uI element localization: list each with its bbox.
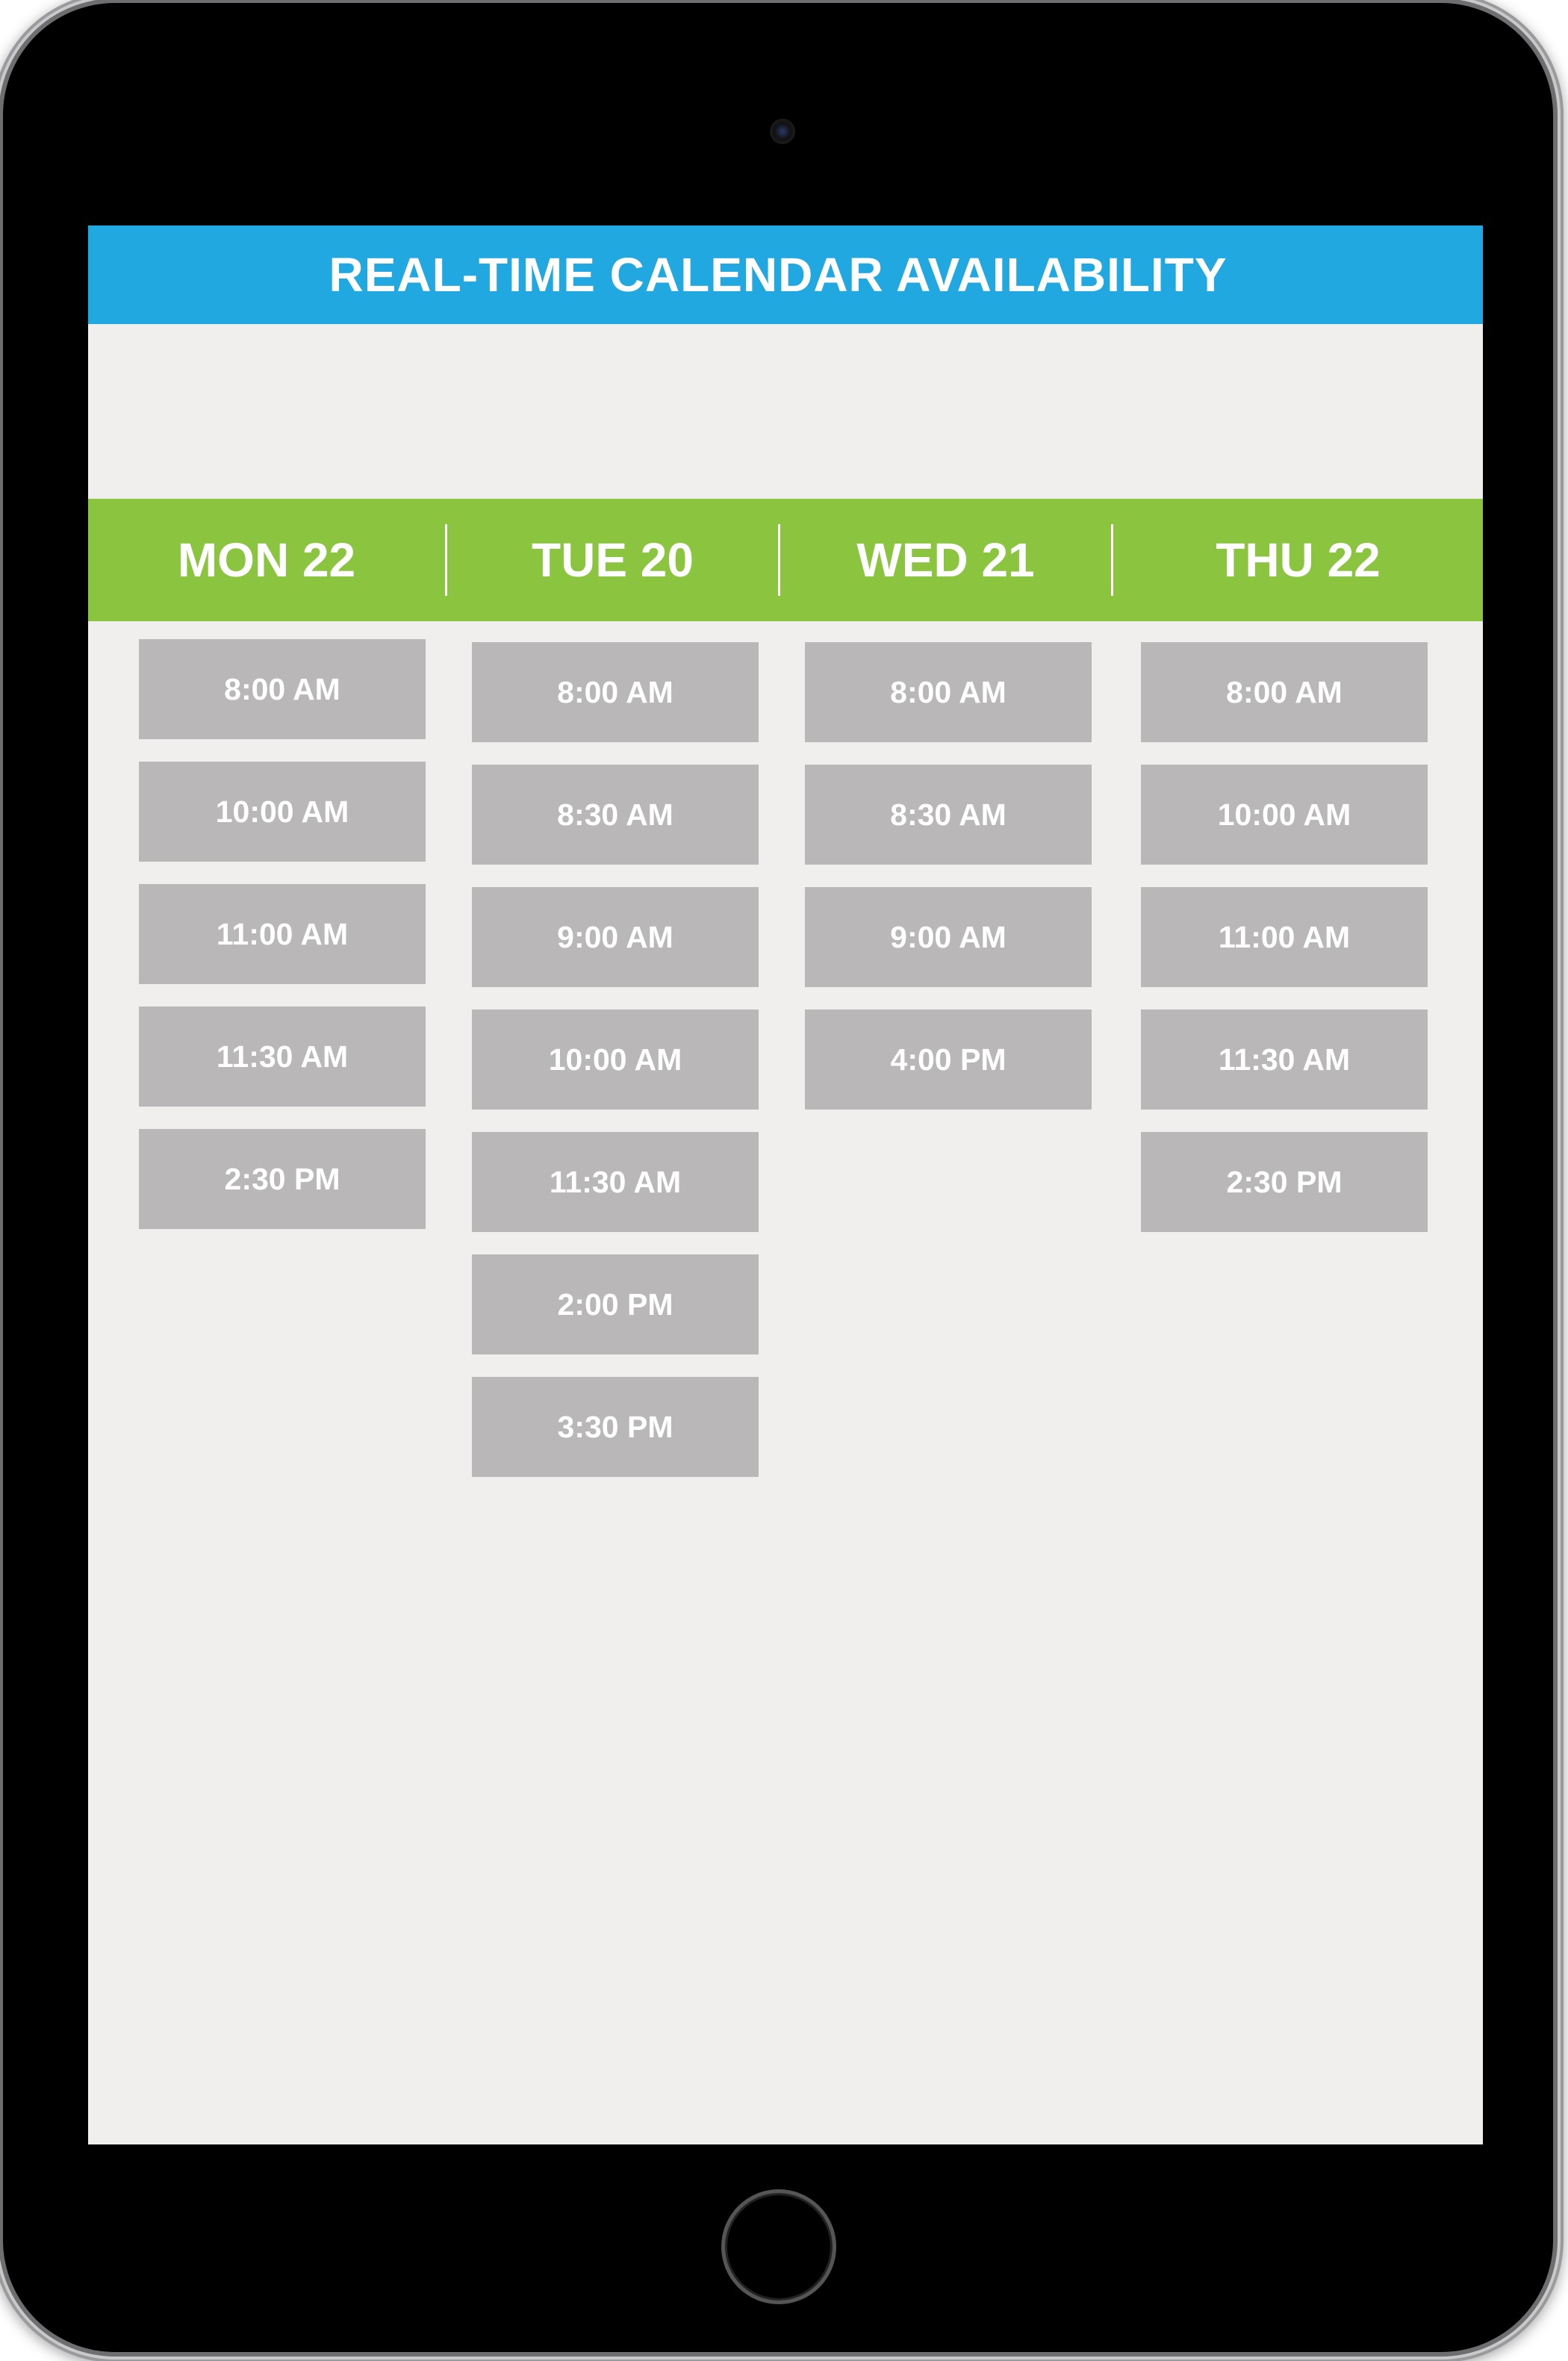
title-bar: REAL-TIME CALENDAR AVAILABILITY [88, 225, 1483, 324]
days-header-bar: MON 22 TUE 20 WED 21 THU 22 [88, 499, 1483, 621]
day-header-mon[interactable]: MON 22 [88, 499, 445, 621]
day-column-wed: 8:00 AM 8:30 AM 9:00 AM 4:00 PM [805, 642, 1092, 1132]
time-slot-button[interactable]: 2:30 PM [139, 1129, 426, 1229]
time-slot-button[interactable]: 3:30 PM [472, 1377, 759, 1477]
time-slot-button[interactable]: 8:00 AM [1141, 642, 1428, 742]
time-slot-button[interactable]: 11:00 AM [1141, 887, 1428, 987]
home-button-icon[interactable] [721, 2189, 836, 2304]
time-slot-button[interactable]: 8:00 AM [139, 639, 426, 739]
tablet-frame: REAL-TIME CALENDAR AVAILABILITY MON 22 T… [3, 3, 1553, 2352]
time-slot-button[interactable]: 4:00 PM [805, 1010, 1092, 1110]
time-slot-button[interactable]: 10:00 AM [139, 762, 426, 862]
day-header-wed[interactable]: WED 21 [780, 499, 1111, 621]
time-slot-button[interactable]: 10:00 AM [1141, 765, 1428, 865]
time-slot-button[interactable]: 11:30 AM [472, 1132, 759, 1232]
time-slot-button[interactable]: 8:30 AM [805, 765, 1092, 865]
time-slot-button[interactable]: 9:00 AM [805, 887, 1092, 987]
time-slot-button[interactable]: 2:00 PM [472, 1254, 759, 1354]
time-slot-button[interactable]: 2:30 PM [1141, 1132, 1428, 1232]
time-slot-button[interactable]: 8:00 AM [805, 642, 1092, 742]
time-slot-button[interactable]: 10:00 AM [472, 1010, 759, 1110]
day-column-thu: 8:00 AM 10:00 AM 11:00 AM 11:30 AM 2:30 … [1141, 642, 1428, 1254]
camera-icon [772, 121, 793, 142]
time-slot-button[interactable]: 11:30 AM [1141, 1010, 1428, 1110]
time-slot-button[interactable]: 8:00 AM [472, 642, 759, 742]
day-header-tue[interactable]: TUE 20 [447, 499, 778, 621]
time-slot-button[interactable]: 11:30 AM [139, 1007, 426, 1107]
screen: REAL-TIME CALENDAR AVAILABILITY MON 22 T… [88, 225, 1483, 2144]
time-slot-button[interactable]: 8:30 AM [472, 765, 759, 865]
day-column-mon: 8:00 AM 10:00 AM 11:00 AM 11:30 AM 2:30 … [139, 639, 426, 1251]
time-slot-button[interactable]: 11:00 AM [139, 884, 426, 984]
day-column-tue: 8:00 AM 8:30 AM 9:00 AM 10:00 AM 11:30 A… [472, 642, 759, 1499]
page-title: REAL-TIME CALENDAR AVAILABILITY [329, 248, 1228, 302]
time-slot-button[interactable]: 9:00 AM [472, 887, 759, 987]
day-header-thu[interactable]: THU 22 [1113, 499, 1483, 621]
